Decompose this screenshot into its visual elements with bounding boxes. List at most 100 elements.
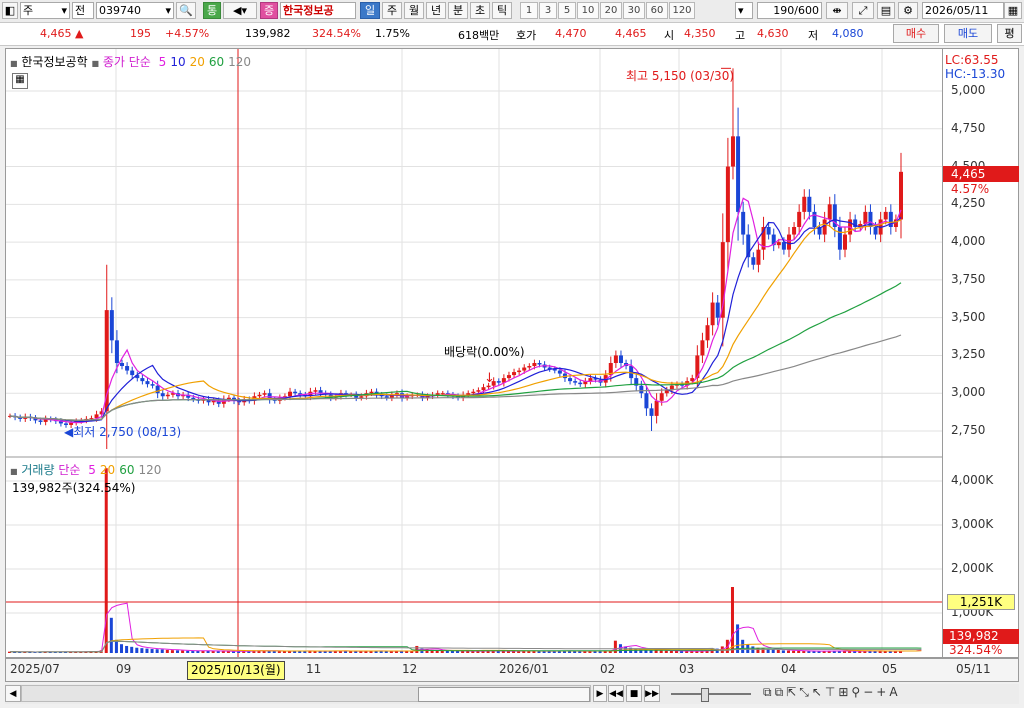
candle-body	[537, 363, 542, 365]
candle-body	[730, 136, 735, 167]
interval-button[interactable]: 60	[646, 2, 668, 19]
candle-body	[654, 400, 659, 416]
speed-slider[interactable]	[667, 685, 755, 702]
search-button[interactable]: 🔍	[176, 2, 196, 19]
fib-icon[interactable]: ⊤	[825, 685, 838, 699]
arrow-tool-icon[interactable]: ↖	[812, 685, 825, 699]
stop-button[interactable]: ■	[626, 685, 642, 702]
unit-select[interactable]: 전	[72, 2, 94, 19]
candle-body	[842, 234, 847, 250]
volume-bar	[730, 587, 734, 653]
volume-bar	[170, 650, 174, 653]
copy-icon[interactable]: ⧉	[775, 685, 787, 699]
period-tab[interactable]: 주	[382, 2, 402, 19]
zoom-in-icon[interactable]: +	[876, 685, 889, 699]
volume-ma-legend: 5 20 60 120	[84, 463, 161, 477]
ma-legend-item: 5	[158, 55, 167, 69]
line-tool-icon[interactable]: ⤢	[852, 2, 874, 19]
play-forward-button[interactable]: ▶	[593, 685, 607, 702]
volume-bar	[140, 648, 144, 653]
interval-dropdown[interactable]: ▾	[735, 2, 753, 19]
price-tag-pct: 4.57%	[951, 182, 990, 196]
candle-body	[573, 381, 578, 383]
date-axis-label: 05/11	[956, 662, 991, 676]
sound-button[interactable]: ◀▾	[223, 2, 257, 19]
price-tick-label: 2,750	[951, 423, 986, 437]
fast-forward-button[interactable]: ▶▶	[644, 685, 660, 702]
tong-button[interactable]: 통	[203, 2, 221, 19]
open-label: 시	[664, 29, 675, 42]
horizontal-scrollbar[interactable]	[21, 685, 591, 702]
period-tab[interactable]: 초	[470, 2, 490, 19]
candle-body	[639, 385, 644, 394]
volume-ma-legend-item: 5	[88, 463, 96, 477]
period-tab[interactable]: 분	[448, 2, 468, 19]
scroll-thumb[interactable]	[418, 687, 590, 702]
bar-count-max: /600	[794, 4, 819, 17]
candle-body	[756, 249, 761, 265]
stock-name[interactable]: 한국정보공	[280, 2, 356, 19]
price-tag: 4,465	[943, 166, 1019, 182]
date-axis-label: 02	[600, 662, 616, 676]
bar-count-field[interactable]: 190/600	[757, 2, 822, 19]
grid-tool-icon[interactable]: ⊞	[838, 685, 851, 699]
date-field[interactable]: 2026/05/11	[922, 2, 1004, 19]
grid-icon[interactable]: ▦	[12, 73, 28, 89]
text-tool-icon[interactable]: A	[889, 685, 900, 699]
sell-button[interactable]: 매도	[944, 24, 992, 43]
overlay-icon[interactable]: ⧉	[763, 685, 775, 699]
volume-title: 거래량	[21, 463, 55, 477]
buy-button[interactable]: 매수	[893, 24, 939, 43]
layout-icon[interactable]: ◧	[2, 2, 18, 19]
rewind-button[interactable]: ◀◀	[608, 685, 624, 702]
candle-body	[873, 227, 878, 235]
volume-bar	[776, 649, 780, 653]
period-tab[interactable]: 월	[404, 2, 424, 19]
candle-body	[262, 393, 267, 395]
interval-button[interactable]: 3	[539, 2, 557, 19]
price-tick-label: 4,250	[951, 196, 986, 211]
candle-body	[120, 363, 125, 367]
price-axis[interactable]: LC:63.55 HC:-13.30 5,0004,7504,5004,2504…	[943, 48, 1019, 658]
period-tab[interactable]: 일	[360, 2, 380, 19]
interval-button[interactable]: 5	[558, 2, 576, 19]
drag-mode-icon[interactable]: ⇼	[826, 2, 848, 19]
interval-button[interactable]: 1	[520, 2, 538, 19]
chevron-down-icon: ▾	[738, 4, 744, 17]
volume-bar	[155, 649, 159, 653]
candle-body	[802, 196, 807, 212]
candle-body	[527, 366, 532, 368]
magnifier-icon[interactable]: ⚲	[851, 685, 863, 699]
ma-line-20	[9, 219, 902, 421]
interval-button[interactable]: 120	[669, 2, 695, 19]
interval-button[interactable]: 20	[600, 2, 622, 19]
date-axis[interactable]: 2025/07 09 11 12 2026/01 02 03 04 05 05/11 2025/1…	[5, 658, 1019, 682]
candle-body	[766, 227, 771, 235]
candle-body	[557, 370, 562, 374]
zoom-out-icon[interactable]: −	[863, 685, 876, 699]
period-tab[interactable]: 년	[426, 2, 446, 19]
interval-button[interactable]: 10	[577, 2, 599, 19]
slider-thumb[interactable]	[701, 688, 709, 702]
chart-area[interactable]: ■ 한국정보공학 ■ 종가 단순 5 10 20 60 120 ▦ 최고 5,150 (…	[5, 48, 943, 658]
candle-body	[517, 370, 522, 373]
scroll-left-button[interactable]: ◀	[5, 685, 21, 702]
high-annotation: 최고 5,150 (03/30)	[626, 69, 735, 83]
trend-icon[interactable]: ⤡	[799, 685, 812, 699]
volume-bar	[181, 650, 185, 653]
volume-tick-label: 2,000K	[951, 561, 994, 575]
volume-bar	[135, 647, 139, 653]
market-select[interactable]: 주 ▾	[20, 2, 70, 19]
code-input[interactable]: 039740 ▾	[96, 2, 174, 19]
candle-body	[165, 394, 170, 397]
calendar-icon[interactable]: ▦	[1004, 2, 1022, 19]
interval-button[interactable]: 30	[623, 2, 645, 19]
volume-bar	[277, 651, 281, 653]
collapse-icon[interactable]: ⇱	[786, 685, 799, 699]
gear-icon[interactable]: ⚙	[898, 2, 918, 19]
turnover: 1.75%	[375, 27, 410, 40]
eval-button[interactable]: 평	[997, 24, 1022, 43]
stock-title: 한국정보공학	[21, 55, 88, 69]
save-icon[interactable]: ▤	[877, 2, 895, 19]
period-tab[interactable]: 틱	[492, 2, 512, 19]
